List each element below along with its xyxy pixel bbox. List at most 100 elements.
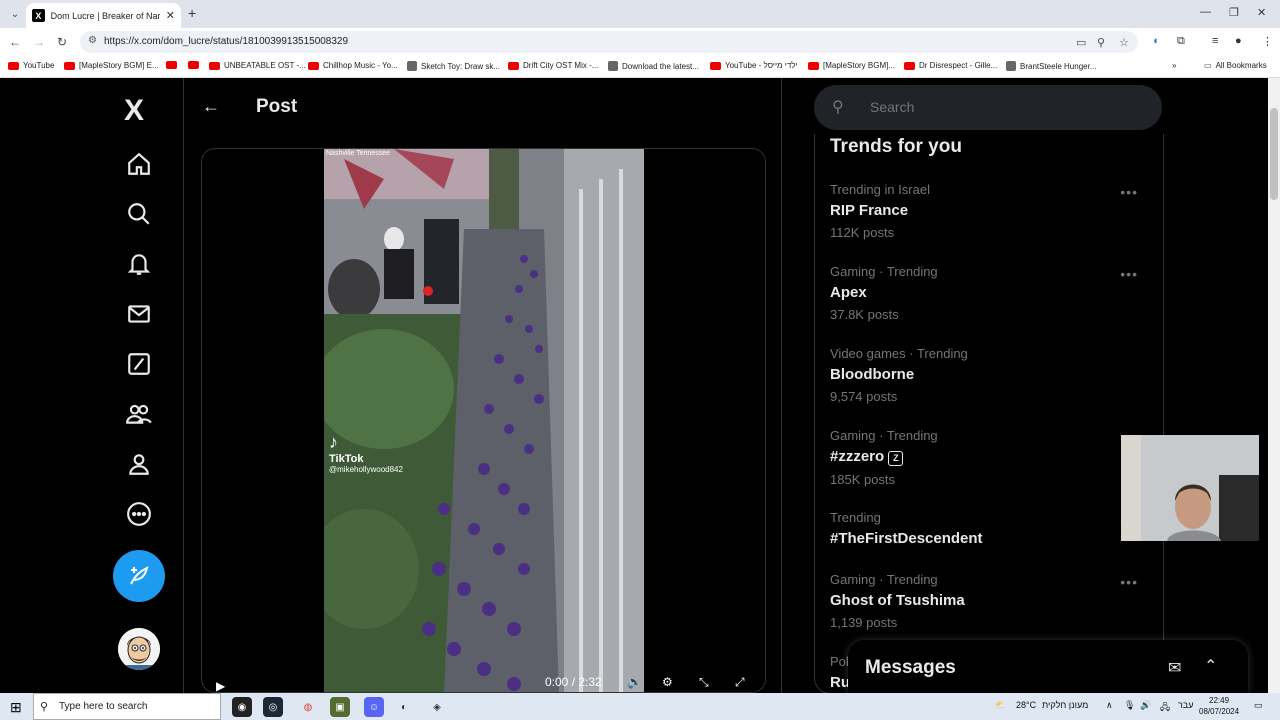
reload-icon[interactable]: ↻ [57,35,67,49]
chrome-icon[interactable]: ◍ [298,697,318,717]
messages-drawer[interactable]: Messages ✉ ⌃ [848,640,1248,693]
compose-post-button[interactable] [113,550,165,602]
new-message-icon[interactable]: ✉ [1168,658,1181,678]
trend-item[interactable]: Gaming · Trending #zzzero Z 185K posts [830,428,1150,487]
webcam-overlay [1121,435,1259,541]
notifications-bell-icon[interactable] [125,250,153,278]
more-dots-icon[interactable]: ••• [1120,574,1138,590]
address-bar[interactable]: ⚙ https://x.com/dom_lucre/status/1810039… [80,31,1138,53]
volume-icon[interactable]: 🔈 [627,675,642,689]
trend-item[interactable]: Gaming · Trending Ghost of Tsushima 1,13… [830,572,1150,630]
trend-item[interactable]: Gaming · Trending Apex 37.8K posts ••• [830,264,1150,322]
expand-chevron-icon[interactable]: ⌃ [1204,656,1217,676]
all-bookmarks[interactable]: ▭ All Bookmarks [1204,61,1267,70]
minimize-icon[interactable]: — [1200,6,1211,18]
messages-title: Messages [865,657,956,678]
discord-icon[interactable]: ☺ [364,697,384,717]
youtube-icon [710,61,721,70]
taskbar-search[interactable]: ⚲ Type here to search [33,693,221,720]
restore-icon[interactable]: ❐ [1229,6,1239,19]
search-box[interactable]: ⚲ Search [814,85,1162,130]
page-title: Post [256,96,298,117]
settings-gear-icon[interactable]: ⚙ [662,675,673,689]
account-avatar[interactable] [118,628,160,670]
tray-overflow-icon[interactable]: ∧ [1106,700,1113,711]
grok-icon[interactable] [125,350,153,378]
home-icon[interactable] [125,150,153,178]
app-icon[interactable]: ◐ [394,697,414,717]
bookmark-item[interactable]: Chillhop Music - Yo... [308,61,398,70]
app-icon[interactable]: ▣ [330,697,350,717]
explore-search-icon[interactable] [125,200,153,228]
steam-icon[interactable]: ◎ [263,697,283,717]
extensions-puzzle-icon[interactable]: ⧉ [1177,35,1185,48]
back-arrow-icon[interactable]: ← [202,96,220,117]
tab-title: Dom Lucre | Breaker of Narrati [50,10,160,21]
media-controls-icon[interactable]: ≡ [1212,35,1218,47]
app-icon[interactable]: ◉ [232,697,252,717]
bookmark-star-icon[interactable]: ☆ [1119,36,1129,49]
bookmark-item[interactable]: Dr Disrespect - Gille... [904,61,997,70]
windows-start-icon[interactable]: ⊞ [10,699,22,716]
clock[interactable]: 22:49 08/07/2024 [1199,695,1239,717]
browser-menu-icon[interactable]: ⋮ [1262,35,1273,48]
site-info-icon[interactable]: ⚙ [88,35,97,46]
video-player[interactable]: Nashville Tennessee ♪ TikTok @mikehollyw… [201,148,766,693]
search-icon: ⚲ [40,701,49,713]
bookmark-item[interactable]: Sketch Toy: Draw sk... [407,61,500,71]
extension-icon[interactable]: ◖ [1152,35,1159,47]
folder-icon: ▭ [1204,61,1212,70]
bookmark-item[interactable]: [MapleStory BGM] E... [64,61,159,70]
browser-tab-strip: ⌄ X Dom Lucre | Breaker of Narrati ✕ + —… [0,0,1280,28]
communities-icon[interactable] [125,400,153,428]
back-icon[interactable]: ← [9,35,21,49]
trend-item[interactable]: Trending in Israel RIP France 112K posts… [830,182,1150,240]
video-scene-image [324,149,644,692]
trend-item[interactable]: Trending #TheFirstDescendent ••• [830,510,1150,547]
network-icon[interactable]: 🖧 [1160,700,1170,716]
bookmark-item[interactable]: UNBEATABLE OST -... [209,61,306,70]
bookmark-item[interactable] [188,61,199,69]
more-dots-icon[interactable]: ••• [1120,266,1138,282]
microphone-icon[interactable]: 🎙 [1124,700,1135,711]
tab-list-icon[interactable]: ⌄ [6,5,24,23]
scrollbar-thumb[interactable] [1270,108,1278,200]
profile-person-icon[interactable] [125,450,153,478]
bookmark-item[interactable]: YouTube [8,61,54,70]
bookmark-item[interactable]: YouTube - ילדי מייסל [710,61,798,70]
new-tab-icon[interactable]: + [188,5,196,21]
messages-envelope-icon[interactable] [125,300,153,328]
main-column: ← Post Nashville Tennessee ♪ TikTok @mik… [184,78,782,693]
more-options-icon[interactable] [125,500,153,528]
language-indicator[interactable]: עבר [1178,700,1193,710]
left-navigation: X [0,78,184,693]
tiktok-watermark: ♪ TikTok @mikehollywood842 [329,432,403,474]
bookmark-item[interactable]: [MapleStory BGM]... [808,61,895,70]
bookmark-item[interactable] [166,61,177,69]
speaker-icon[interactable]: 🔊 [1140,700,1151,711]
weather-icon[interactable]: ⛅ [995,700,1006,711]
page-scrollbar[interactable] [1268,78,1280,693]
picture-in-picture-icon[interactable]: ⤡ [699,675,709,690]
zoom-icon[interactable]: ⚲ [1097,36,1105,49]
bookmark-item[interactable]: Download the latest... [608,61,699,71]
bookmark-item[interactable]: Drift City OST Mix -... [508,61,598,70]
window-close-icon[interactable]: ✕ [1257,6,1266,19]
search-input[interactable]: Search [870,99,914,115]
profile-icon[interactable]: ● [1235,35,1242,47]
close-tab-icon[interactable]: ✕ [166,9,175,22]
trend-item-partial[interactable]: Pol Ru [830,654,850,691]
bookmarks-overflow-icon[interactable]: » [1172,61,1176,70]
fullscreen-icon[interactable]: ⤢ [735,675,745,690]
more-dots-icon[interactable]: ••• [1120,184,1138,200]
browser-tab[interactable]: X Dom Lucre | Breaker of Narrati ✕ [26,3,181,28]
install-icon[interactable]: ▭ [1076,36,1086,49]
x-logo-icon[interactable]: X [124,94,144,128]
trend-item[interactable]: Video games · Trending Bloodborne 9,574 … [830,346,1150,404]
forward-icon[interactable]: → [33,35,45,49]
video-frame[interactable]: Nashville Tennessee ♪ TikTok @mikehollyw… [324,149,644,692]
play-icon[interactable]: ▶ [216,679,225,692]
app-icon[interactable]: ◈ [427,697,447,717]
bookmark-item[interactable]: BrantSteele Hunger... [1006,61,1097,71]
notification-icon[interactable]: ▭ [1254,700,1263,711]
